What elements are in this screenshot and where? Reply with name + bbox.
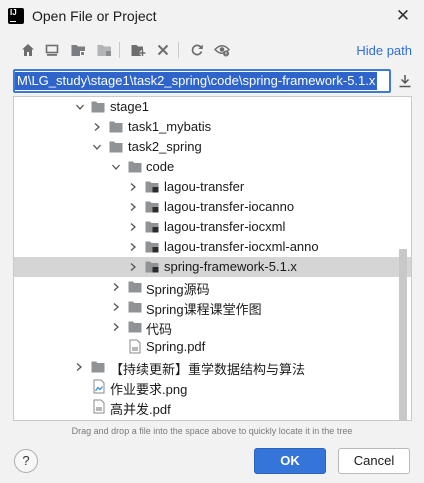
project-folder-icon[interactable] — [68, 40, 88, 60]
tree-item-label: spring-framework-5.1.x — [164, 259, 297, 274]
module-folder-icon — [145, 261, 159, 273]
tree-row-code[interactable]: code — [14, 157, 411, 177]
intellij-app-icon: IJ — [8, 8, 24, 24]
hide-path-link[interactable]: Hide path — [356, 43, 412, 58]
tree-item-label: lagou-transfer-iocxml-anno — [164, 239, 319, 254]
tree-item-label: 代码 — [146, 322, 173, 337]
module-folder-icon — [145, 181, 159, 193]
toolbar-separator — [178, 42, 179, 58]
tree-row-homework-png[interactable]: 作业要求.png — [14, 377, 411, 397]
chevron-right-icon[interactable] — [127, 221, 139, 233]
tree-row-spring-pdf[interactable]: Spring.pdf — [14, 337, 411, 357]
folder-icon — [91, 361, 105, 373]
pdf-file-icon — [129, 339, 141, 354]
module-folder-icon — [145, 221, 159, 233]
tree-item-label: lagou-transfer-iocxml — [164, 219, 286, 234]
chevron-down-icon[interactable] — [91, 141, 103, 153]
chevron-right-icon[interactable] — [127, 261, 139, 273]
show-hidden-icon[interactable] — [212, 40, 232, 60]
tree-row-lagou-transfer-iocxml[interactable]: lagou-transfer-iocxml — [14, 217, 411, 237]
folder-icon — [128, 161, 142, 173]
chevron-right-icon[interactable] — [91, 121, 103, 133]
tree-row-task1-mybatis[interactable]: task1_mybatis — [14, 117, 411, 137]
tree-item-label: 【持续更新】重学数据结构与算法 — [110, 362, 306, 377]
title-bar: IJ Open File or Project ✕ — [0, 0, 424, 34]
chevron-down-icon[interactable] — [74, 101, 86, 113]
image-file-icon — [93, 379, 105, 394]
tree-item-label: Spring.pdf — [146, 339, 206, 354]
toolbar-separator — [119, 42, 120, 58]
tree-row-data-structures[interactable]: 【持续更新】重学数据结构与算法 — [14, 357, 411, 377]
module-folder-icon — [145, 201, 159, 213]
chevron-right-icon[interactable] — [73, 361, 85, 373]
close-button[interactable]: ✕ — [390, 4, 416, 28]
tree-item-label: task2_spring — [128, 139, 202, 154]
chevron-right-icon[interactable] — [127, 181, 139, 193]
cancel-button[interactable]: Cancel — [338, 448, 410, 474]
folder-icon — [109, 121, 123, 133]
module-folder-icon[interactable] — [94, 40, 114, 60]
tree-item-label: 作业要求.png — [110, 382, 188, 397]
drag-drop-hint: Drag and drop a file into the space abov… — [71, 426, 353, 436]
pdf-file-icon — [93, 399, 105, 414]
window-title: Open File or Project — [32, 8, 157, 24]
chevron-right-icon[interactable] — [110, 301, 122, 313]
tree-row-concurrency-pdf[interactable]: 高并发.pdf — [14, 397, 411, 417]
chevron-right-icon[interactable] — [110, 281, 122, 293]
tree-row-task2-spring[interactable]: task2_spring — [14, 137, 411, 157]
folder-icon — [109, 141, 123, 153]
path-input-text: M\LG_study\stage1\task2_spring\code\spri… — [15, 72, 378, 90]
chevron-right-icon[interactable] — [127, 201, 139, 213]
module-folder-icon — [145, 241, 159, 253]
tree-row-lagou-transfer[interactable]: lagou-transfer — [14, 177, 411, 197]
tree-row-lagou-transfer-iocanno[interactable]: lagou-transfer-iocanno — [14, 197, 411, 217]
ok-button[interactable]: OK — [254, 448, 326, 474]
tree-item-label: stage1 — [110, 99, 150, 114]
tree-row-stage1[interactable]: stage1 — [14, 97, 411, 117]
tree-row-spring-framework[interactable]: spring-framework-5.1.x — [14, 257, 411, 277]
chevron-right-icon[interactable] — [127, 241, 139, 253]
tree-row-spring-source[interactable]: Spring源码 — [14, 277, 411, 297]
tree-item-label: lagou-transfer — [164, 179, 245, 194]
tree-row-lagou-transfer-iocxml-anno[interactable]: lagou-transfer-iocxml-anno — [14, 237, 411, 257]
tree-row-spring-course-diagrams[interactable]: Spring课程课堂作图 — [14, 297, 411, 317]
refresh-icon[interactable] — [187, 40, 207, 60]
folder-icon — [91, 101, 105, 113]
delete-icon[interactable] — [153, 40, 173, 60]
file-tree[interactable]: stage1 task1_mybatis task2_spring code l… — [13, 96, 412, 421]
home-icon[interactable] — [18, 40, 38, 60]
tree-item-label: lagou-transfer-iocanno — [164, 199, 295, 214]
new-folder-icon[interactable] — [128, 40, 148, 60]
tree-item-label: Spring源码 — [146, 282, 210, 297]
folder-icon — [128, 321, 142, 333]
tree-item-label: 高并发.pdf — [110, 402, 171, 417]
desktop-icon[interactable] — [42, 40, 62, 60]
path-input[interactable]: M\LG_study\stage1\task2_spring\code\spri… — [13, 69, 391, 93]
tree-scrollbar[interactable] — [399, 249, 407, 420]
tree-item-label: Spring课程课堂作图 — [146, 302, 262, 317]
folder-icon — [128, 281, 142, 293]
tree-item-label: code — [146, 159, 175, 174]
help-button[interactable]: ? — [14, 449, 38, 473]
tree-row-code-cn[interactable]: 代码 — [14, 317, 411, 337]
tree-item-label: task1_mybatis — [128, 119, 212, 134]
chevron-right-icon[interactable] — [110, 321, 122, 333]
download-icon[interactable] — [397, 73, 413, 89]
chevron-down-icon[interactable] — [110, 161, 122, 173]
folder-icon — [128, 301, 142, 313]
